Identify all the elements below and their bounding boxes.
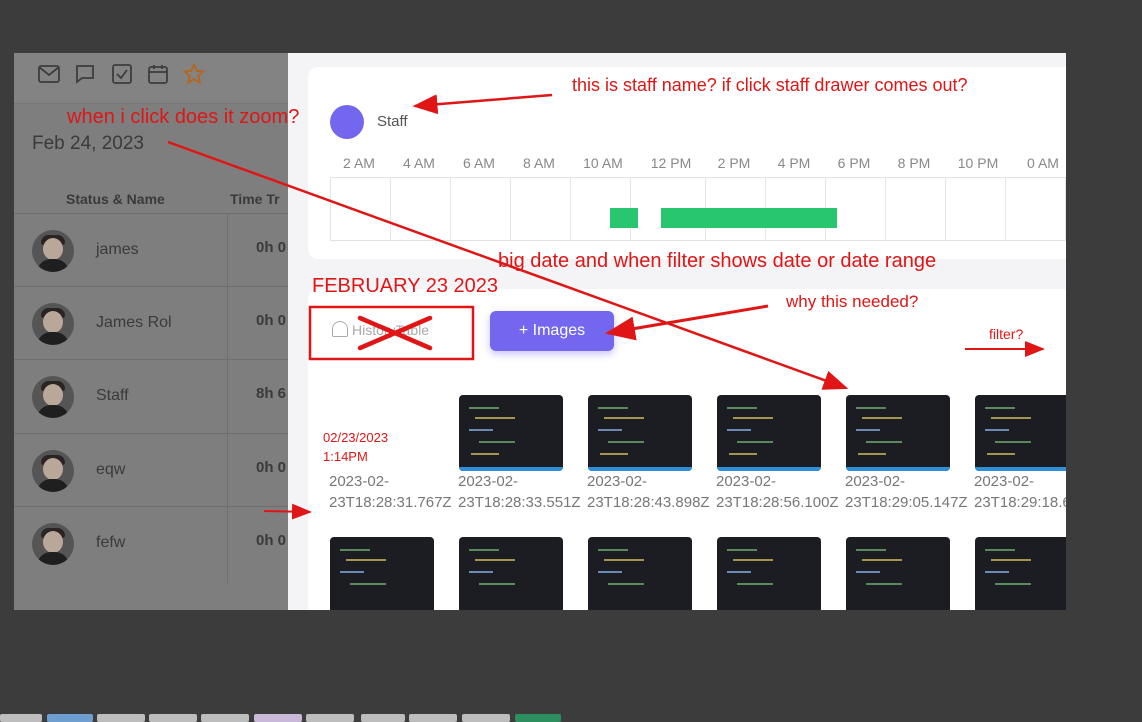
annotation-arrows: [167, 93, 1045, 520]
arrow-to-thumbnail: [167, 140, 849, 390]
taskbar-item[interactable]: [409, 714, 457, 722]
taskbar-item[interactable]: [254, 714, 302, 722]
taskbar-item[interactable]: [149, 714, 197, 722]
taskbar-item[interactable]: [201, 714, 249, 722]
taskbar-item[interactable]: [306, 714, 354, 722]
taskbar-item[interactable]: [515, 714, 561, 722]
taskbar-item[interactable]: [47, 714, 93, 722]
taskbar-item[interactable]: [462, 714, 510, 722]
taskbar-item[interactable]: [97, 714, 145, 722]
cross-out-mark: [357, 315, 433, 351]
arrow-to-staff-name: [412, 93, 553, 115]
taskbar-item[interactable]: [361, 714, 405, 722]
arrow-to-caption: [263, 503, 312, 520]
taskbar-item[interactable]: [0, 714, 42, 722]
